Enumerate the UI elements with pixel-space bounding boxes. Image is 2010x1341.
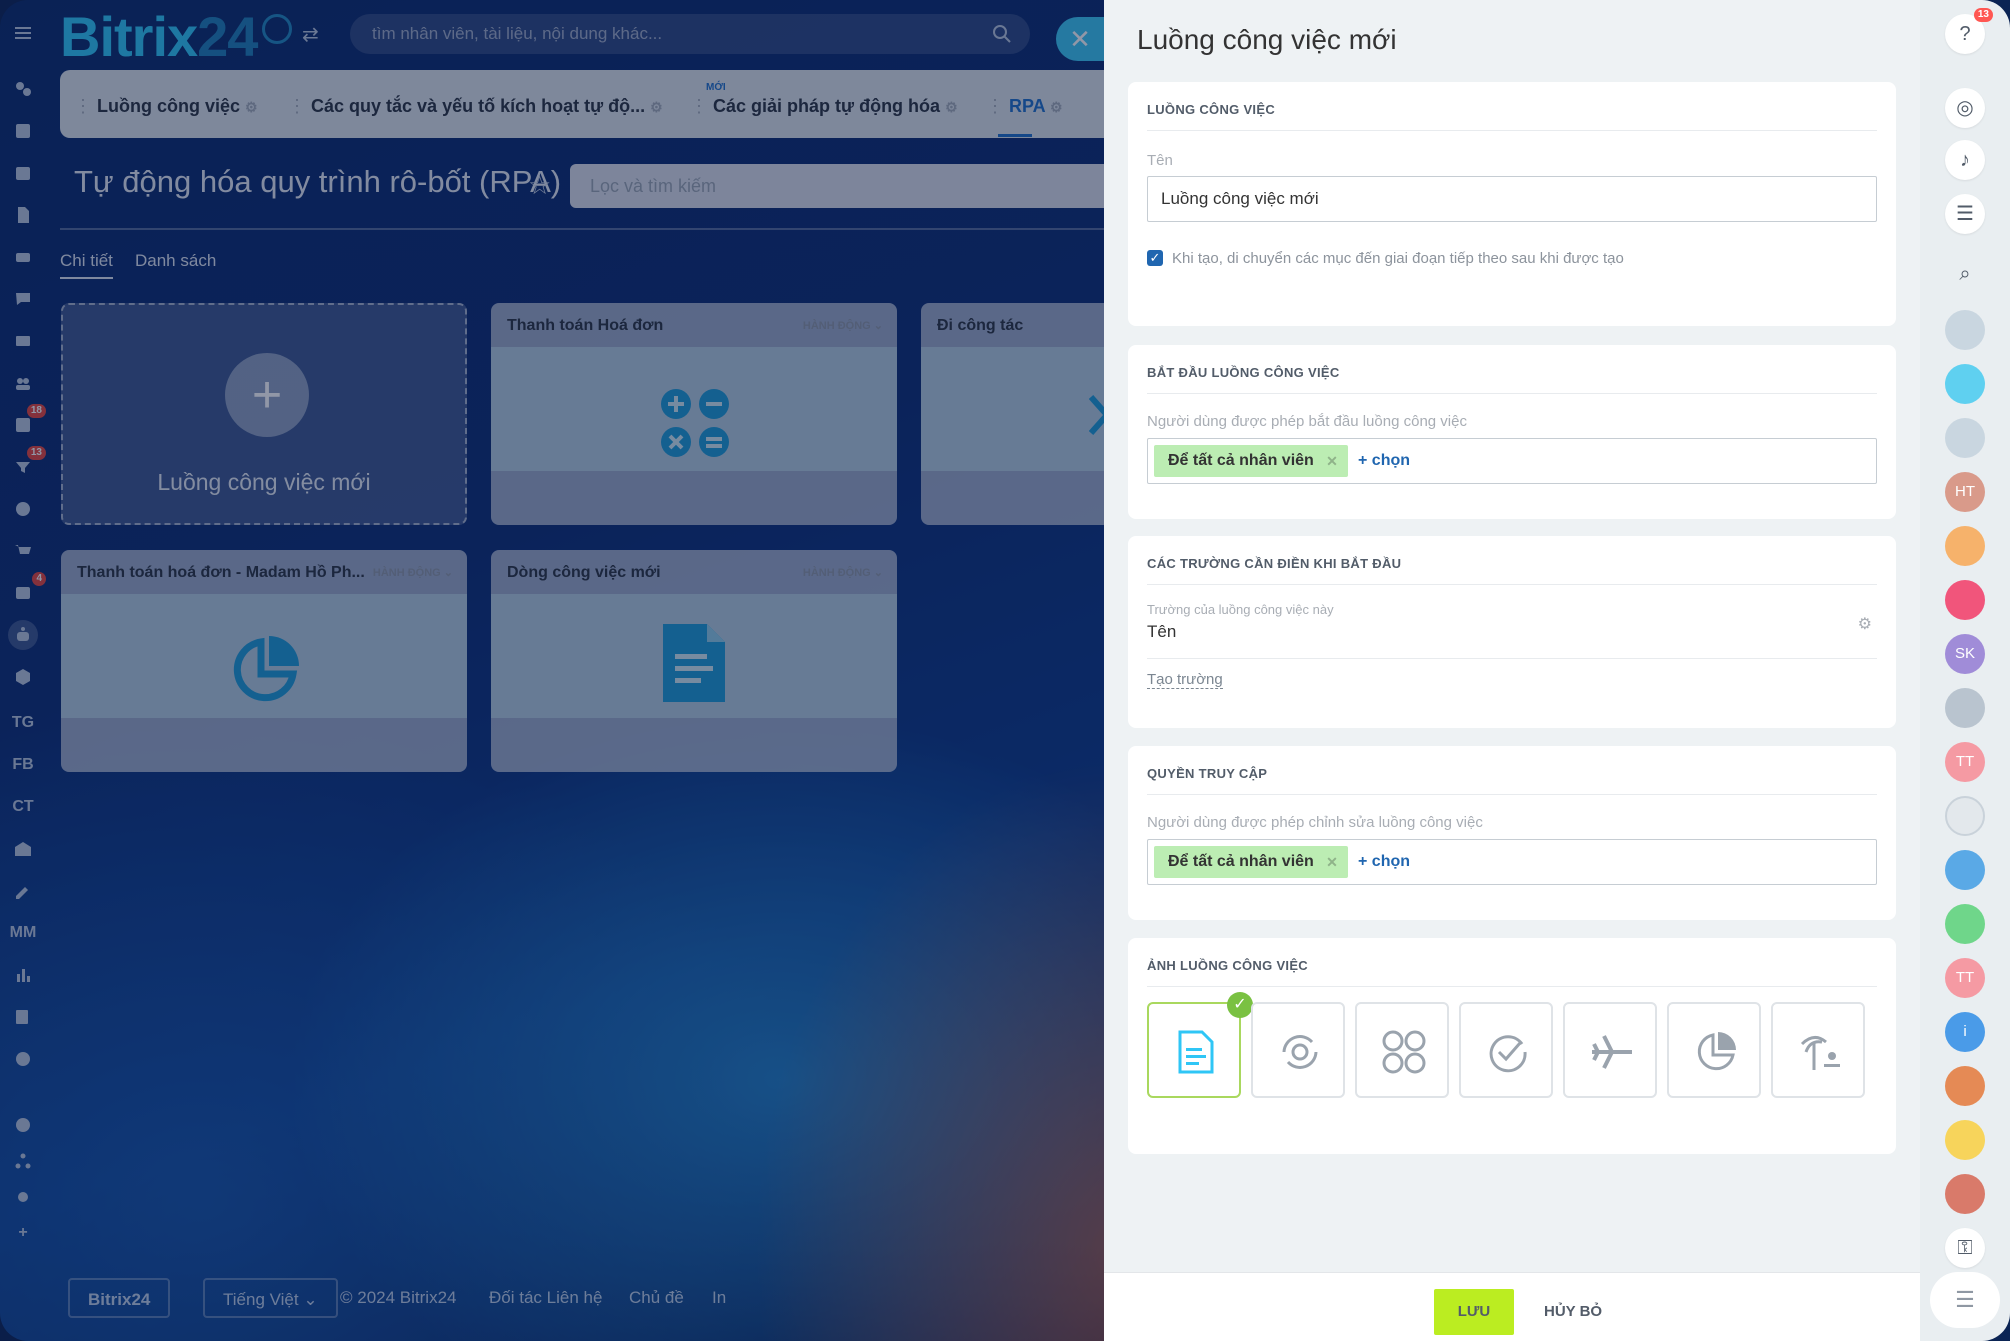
avatar[interactable]: [1945, 310, 1985, 350]
divider: [1147, 794, 1877, 795]
section-title: LUỒNG CÔNG VIỆC: [1147, 102, 1276, 117]
document-icon: [1178, 1030, 1214, 1074]
avatar[interactable]: [1945, 688, 1985, 728]
divider: [1147, 130, 1877, 131]
notes-avatar[interactable]: [1945, 904, 1985, 944]
image-option-check[interactable]: [1459, 1002, 1553, 1098]
right-sidebar: ? 13 ◎ ♪ ☰ ⌕ HT SK TT TT i ⚿ ☰: [1920, 0, 2010, 1341]
help-badge: 13: [1973, 8, 1993, 22]
messenger-icon[interactable]: ☰: [1945, 194, 1985, 234]
divider: [1147, 584, 1877, 585]
divider: [1147, 658, 1877, 659]
image-option-refresh[interactable]: [1251, 1002, 1345, 1098]
overlay-dim: [0, 0, 1104, 1341]
palm-tree-icon: [1800, 1036, 1840, 1070]
avatar[interactable]: [1945, 418, 1985, 458]
edit-users-label: Người dùng được phép chỉnh sửa luồng côn…: [1147, 814, 1483, 831]
add-user-link[interactable]: + chọn: [1358, 846, 1410, 878]
start-users-label: Người dùng được phép bắt đầu luồng công …: [1147, 413, 1467, 430]
move-to-next-stage-checkbox[interactable]: ✓: [1147, 250, 1163, 266]
search-icon[interactable]: ⌕: [1945, 254, 1985, 294]
section-title: BẮT ĐẦU LUỒNG CÔNG VIỆC: [1147, 365, 1340, 380]
remove-tag-icon[interactable]: ✕: [1326, 846, 1338, 878]
section-title: QUYỀN TRUY CẬP: [1147, 766, 1268, 781]
refresh-gear-icon: [1282, 1035, 1318, 1069]
image-option-plane[interactable]: [1563, 1002, 1657, 1098]
edit-users-selector[interactable]: Để tất cả nhân viên ✕ + chọn: [1147, 839, 1877, 885]
section-title: CÁC TRƯỜNG CẦN ĐIỀN KHI BẮT ĐẦU: [1147, 556, 1402, 571]
section-workflow: LUỒNG CÔNG VIỆC Tên Luồng công việc mới …: [1128, 82, 1896, 326]
image-option-pie[interactable]: [1667, 1002, 1761, 1098]
new-workflow-panel: Luồng công việc mới LUỒNG CÔNG VIỆC Tên …: [1104, 0, 1920, 1341]
remove-tag-icon[interactable]: ✕: [1326, 445, 1338, 477]
idea-avatar[interactable]: [1945, 1120, 1985, 1160]
start-users-selector[interactable]: Để tất cả nhân viên ✕ + chọn: [1147, 438, 1877, 484]
field-small-label: Trường của luồng công việc này: [1147, 602, 1334, 617]
check-circle-icon: [1489, 1035, 1527, 1073]
plane-icon: [1592, 1035, 1632, 1069]
panel-button-bar: LƯU HỦY BỎ: [1104, 1272, 1920, 1341]
presentation-avatar[interactable]: [1945, 526, 1985, 566]
selected-check-icon: ✓: [1227, 992, 1253, 1018]
security-icon[interactable]: ⚿: [1945, 1228, 1985, 1268]
image-option-palm[interactable]: [1771, 1002, 1865, 1098]
avatar-sk[interactable]: SK: [1945, 634, 1985, 674]
help-icon[interactable]: ? 13: [1945, 8, 1993, 54]
pie-chart-icon: [1697, 1032, 1736, 1071]
calculator-icon: [1382, 1030, 1426, 1074]
info-avatar[interactable]: i: [1945, 1012, 1985, 1052]
section-access: QUYỀN TRUY CẬP Người dùng được phép chỉn…: [1128, 746, 1896, 920]
video-call-avatar[interactable]: [1945, 580, 1985, 620]
workflow-name-input[interactable]: Luồng công việc mới: [1147, 176, 1877, 222]
panel-title: Luồng công việc mới: [1137, 24, 1397, 55]
section-workflow-image: ẢNH LUỒNG CÔNG VIỆC ✓: [1128, 938, 1896, 1154]
field-name: Tên: [1147, 622, 1177, 641]
food-avatar[interactable]: [1945, 1066, 1985, 1106]
image-option-document[interactable]: ✓: [1147, 992, 1253, 1098]
checkbox-label: Khi tạo, di chuyển các mục đến giai đoạn…: [1172, 250, 1624, 267]
avatar-ht[interactable]: HT: [1945, 472, 1985, 512]
pet-avatar[interactable]: [1945, 796, 1985, 836]
divider: [1147, 393, 1877, 394]
create-field-link[interactable]: Tạo trường: [1147, 671, 1223, 689]
add-user-link[interactable]: + chọn: [1358, 445, 1410, 477]
avatar-tt[interactable]: TT: [1945, 958, 1985, 998]
section-start-workflow: BẮT ĐẦU LUỒNG CÔNG VIỆC Người dùng được …: [1128, 345, 1896, 519]
name-label: Tên: [1147, 152, 1173, 169]
divider: [1147, 986, 1877, 987]
avatar-tt[interactable]: TT: [1945, 742, 1985, 782]
chat-avatar[interactable]: [1945, 364, 1985, 404]
gear-icon[interactable]: ⚙: [1858, 614, 1872, 634]
section-title: ẢNH LUỒNG CÔNG VIỆC: [1147, 958, 1308, 973]
save-button[interactable]: LƯU: [1434, 1289, 1514, 1335]
group-avatar[interactable]: [1945, 850, 1985, 890]
notifications-icon[interactable]: ♪: [1945, 140, 1985, 180]
section-start-fields: CÁC TRƯỜNG CẦN ĐIỀN KHI BẮT ĐẦU Trường c…: [1128, 536, 1896, 728]
entity-tag: Để tất cả nhân viên ✕: [1154, 445, 1348, 477]
entity-tag: Để tất cả nhân viên ✕: [1154, 846, 1348, 878]
image-option-calculator[interactable]: [1355, 1002, 1449, 1098]
list-menu-icon[interactable]: ☰: [1930, 1272, 2000, 1328]
cancel-button[interactable]: HỦY BỎ: [1532, 1289, 1614, 1335]
copilot-icon[interactable]: ◎: [1945, 88, 1985, 128]
avatar[interactable]: [1945, 1174, 1985, 1214]
